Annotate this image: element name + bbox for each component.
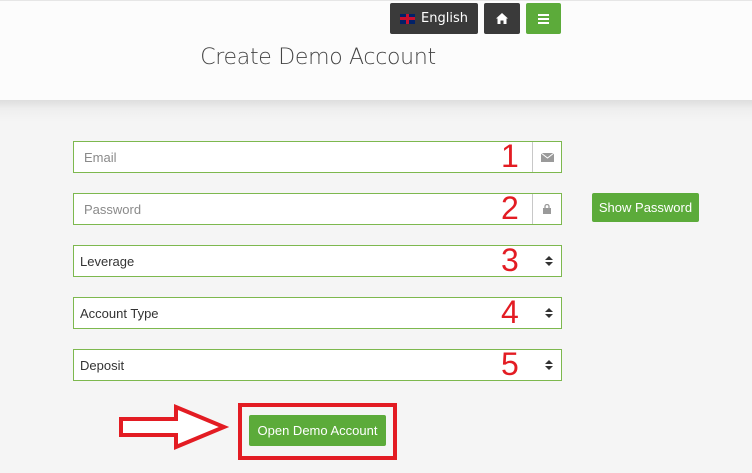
- home-button[interactable]: [484, 3, 520, 34]
- email-placeholder: Email: [84, 149, 117, 165]
- open-demo-account-button[interactable]: Open Demo Account: [249, 415, 386, 446]
- account-type-select[interactable]: Account Type: [73, 297, 562, 329]
- select-arrows-icon: [537, 298, 561, 328]
- envelope-icon: [532, 142, 561, 172]
- menu-button[interactable]: [526, 3, 561, 34]
- show-password-button[interactable]: Show Password: [592, 193, 699, 222]
- leverage-value: Leverage: [80, 253, 135, 269]
- pointer-arrow-icon: [119, 404, 230, 450]
- password-placeholder: Password: [84, 201, 142, 217]
- step-number-1: 1: [501, 138, 519, 174]
- select-arrows-icon: [537, 246, 561, 276]
- step-number-2: 2: [501, 190, 519, 226]
- email-field[interactable]: Email: [73, 141, 562, 173]
- account-type-value: Account Type: [80, 305, 159, 321]
- step-number-4: 4: [501, 294, 519, 330]
- language-button[interactable]: English: [390, 3, 478, 34]
- lock-icon: [532, 194, 561, 224]
- leverage-select[interactable]: Leverage: [73, 245, 562, 277]
- password-field[interactable]: Password: [73, 193, 562, 225]
- language-label: English: [421, 11, 468, 26]
- step-number-3: 3: [501, 242, 519, 278]
- uk-flag-icon: [400, 13, 416, 24]
- header-divider: [0, 100, 752, 122]
- home-icon: [496, 13, 508, 24]
- select-arrows-icon: [537, 350, 561, 380]
- step-number-5: 5: [501, 346, 519, 382]
- page-title: Create Demo Account: [200, 45, 436, 70]
- deposit-value: Deposit: [80, 357, 125, 373]
- hamburger-icon: [538, 13, 549, 24]
- deposit-select[interactable]: Deposit: [73, 349, 562, 381]
